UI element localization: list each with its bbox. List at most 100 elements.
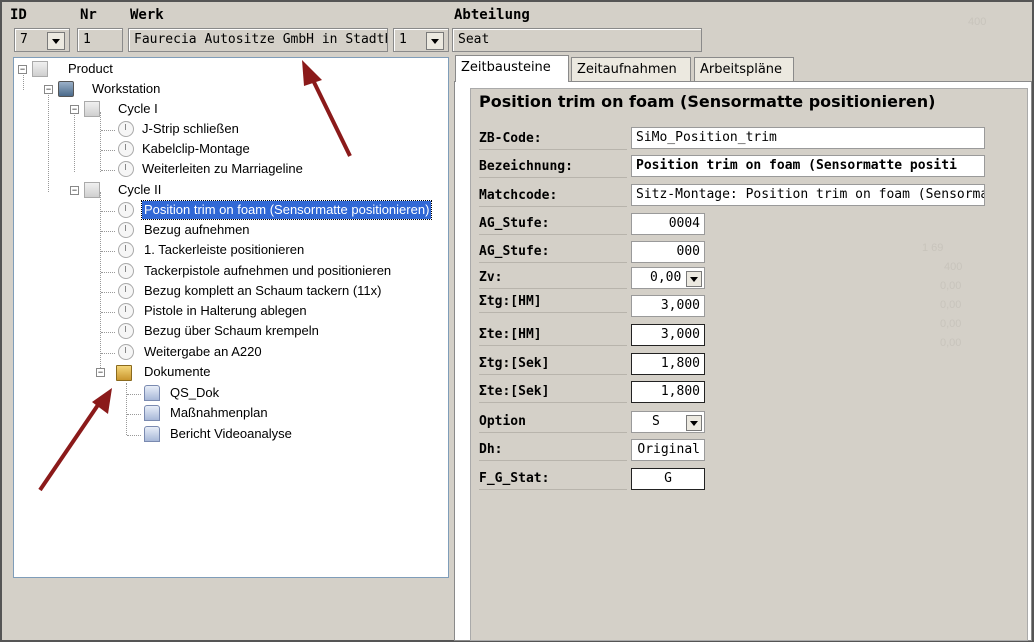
werk-field[interactable]: Faurecia Autositze GmbH in Stadth <box>128 28 388 52</box>
tree-line <box>127 414 141 415</box>
ste-hm-input[interactable]: 3,000 <box>631 324 705 346</box>
tree-label: Weiterleiten zu Marriageline <box>142 161 303 176</box>
tree-label: Bericht Videoanalyse <box>170 426 292 441</box>
tree-line <box>100 192 101 374</box>
stopwatch-icon <box>118 283 134 299</box>
collapse-icon[interactable]: − <box>70 186 79 195</box>
product-tree[interactable]: − Product − Workstation − Cycle I J-Stri… <box>13 57 449 578</box>
chevron-down-icon[interactable] <box>686 415 702 431</box>
ag-stufe-2-input[interactable]: 000 <box>631 241 705 263</box>
stopwatch-icon <box>118 344 134 360</box>
tree-label: Position trim on foam (Sensormatte posit… <box>140 200 433 220</box>
tab-zeitbausteine[interactable]: Zeitbausteine <box>455 55 569 82</box>
option-select[interactable]: S <box>631 411 705 433</box>
form-title: Position trim on foam (Sensormatte posit… <box>479 92 936 111</box>
dh-input[interactable]: Original <box>631 439 705 461</box>
field-label-zv: Zv: <box>479 267 627 289</box>
stopwatch-icon <box>118 141 134 157</box>
tree-label: 1. Tackerleiste positionieren <box>144 242 305 257</box>
zv-select[interactable]: 0,00 <box>631 267 705 289</box>
chevron-down-icon[interactable] <box>686 271 702 287</box>
tree-line <box>23 72 24 90</box>
field-label-ag-stufe: AG_Stufe: <box>479 213 627 235</box>
field-label-f-g-stat: F_G_Stat: <box>479 468 627 490</box>
stopwatch-icon <box>118 242 134 258</box>
collapse-icon[interactable]: − <box>18 65 27 74</box>
tree-label: Pistole in Halterung ablegen <box>144 303 307 318</box>
file-icon <box>144 405 160 421</box>
stopwatch-icon <box>118 161 134 177</box>
stopwatch-icon <box>118 323 134 339</box>
file-icon <box>144 426 160 442</box>
bezeichnung-input[interactable]: Position trim on foam (Sensormatte posit… <box>631 155 985 177</box>
field-label-zb-code: ZB-Code: <box>479 128 627 150</box>
ghost-value: 0,00 <box>940 299 962 311</box>
id-select[interactable]: 7 <box>14 28 70 52</box>
nr-value: 1 <box>83 32 91 47</box>
abteilung-value: Seat <box>458 32 490 47</box>
tree-line <box>101 332 115 333</box>
ghost-value: 0,00 <box>940 280 962 292</box>
collapse-icon[interactable]: − <box>44 85 53 94</box>
tree-line <box>101 312 115 313</box>
abteilung-nr-value: 1 <box>399 32 407 47</box>
field-label-matchcode: Matchcode: <box>479 185 627 207</box>
tab-zeitaufnahmen[interactable]: Zeitaufnahmen <box>571 57 691 81</box>
field-label-stg-sek: Σtg:[Sek] <box>479 353 627 375</box>
tree-line <box>101 251 115 252</box>
nr-field[interactable]: 1 <box>77 28 123 52</box>
ghost-value: 0,00 <box>940 337 962 349</box>
tree-label: Workstation <box>92 81 161 96</box>
tree-line <box>126 383 127 435</box>
id-label: ID <box>10 7 27 23</box>
ghost-value-top: 400 <box>968 16 987 28</box>
tree-line <box>101 353 115 354</box>
collapse-icon[interactable]: − <box>96 368 105 377</box>
abteilung-label: Abteilung <box>454 7 530 23</box>
chevron-down-icon[interactable] <box>426 32 444 50</box>
tree-line <box>101 170 115 171</box>
tree-line <box>100 112 101 172</box>
tree-label: Bezug über Schaum krempeln <box>144 323 319 338</box>
matchcode-input[interactable]: Sitz-Montage: Position trim on foam (Sen… <box>631 184 985 206</box>
tree-label: Bezug komplett an Schaum tackern (11x) <box>144 283 382 298</box>
zb-code-input[interactable]: SiMo_Position_trim <box>631 127 985 149</box>
tree-line <box>48 92 49 192</box>
tree-line <box>101 130 115 131</box>
tab-arbeitsplaene[interactable]: Arbeitspläne <box>694 57 794 81</box>
abteilung-nr-select[interactable]: 1 <box>393 28 449 52</box>
file-icon <box>144 385 160 401</box>
stg-hm-input[interactable]: 3,000 <box>631 295 705 317</box>
tree-label: QS_Dok <box>170 385 220 400</box>
stopwatch-icon <box>118 263 134 279</box>
ste-sek-input[interactable]: 1,800 <box>631 381 705 403</box>
tree-label: Dokumente <box>144 364 211 379</box>
ghost-value: 1 69 <box>922 242 944 254</box>
tree-line <box>101 150 115 151</box>
stg-sek-input[interactable]: 1,800 <box>631 353 705 375</box>
option-value: S <box>652 414 660 429</box>
abteilung-field[interactable]: Seat <box>452 28 702 52</box>
tree-label: Kabelclip-Montage <box>142 141 250 156</box>
stopwatch-icon <box>118 303 134 319</box>
field-label-ste-sek: Σte:[Sek] <box>479 381 627 403</box>
folder-icon <box>116 365 132 381</box>
document-icon <box>84 101 100 117</box>
tree-label: Cycle I <box>118 101 158 116</box>
stopwatch-icon <box>118 222 134 238</box>
chevron-down-icon[interactable] <box>47 32 65 50</box>
werk-label: Werk <box>130 7 164 23</box>
tree-label: Product <box>68 61 113 76</box>
f-g-stat-input[interactable]: G <box>631 468 705 490</box>
collapse-icon[interactable]: − <box>70 105 79 114</box>
ag-stufe-input[interactable]: 0004 <box>631 213 705 235</box>
field-label-ag-stufe-2: AG_Stufe: <box>479 241 627 263</box>
zv-value: 0,00 <box>650 270 682 285</box>
tree-line <box>101 211 115 212</box>
nr-label: Nr <box>80 7 97 23</box>
tree-label: J-Strip schließen <box>142 121 239 136</box>
tree-label: Weitergabe an A220 <box>144 344 262 359</box>
workstation-icon <box>58 81 74 97</box>
tree-line <box>101 272 115 273</box>
tree-line <box>127 394 141 395</box>
